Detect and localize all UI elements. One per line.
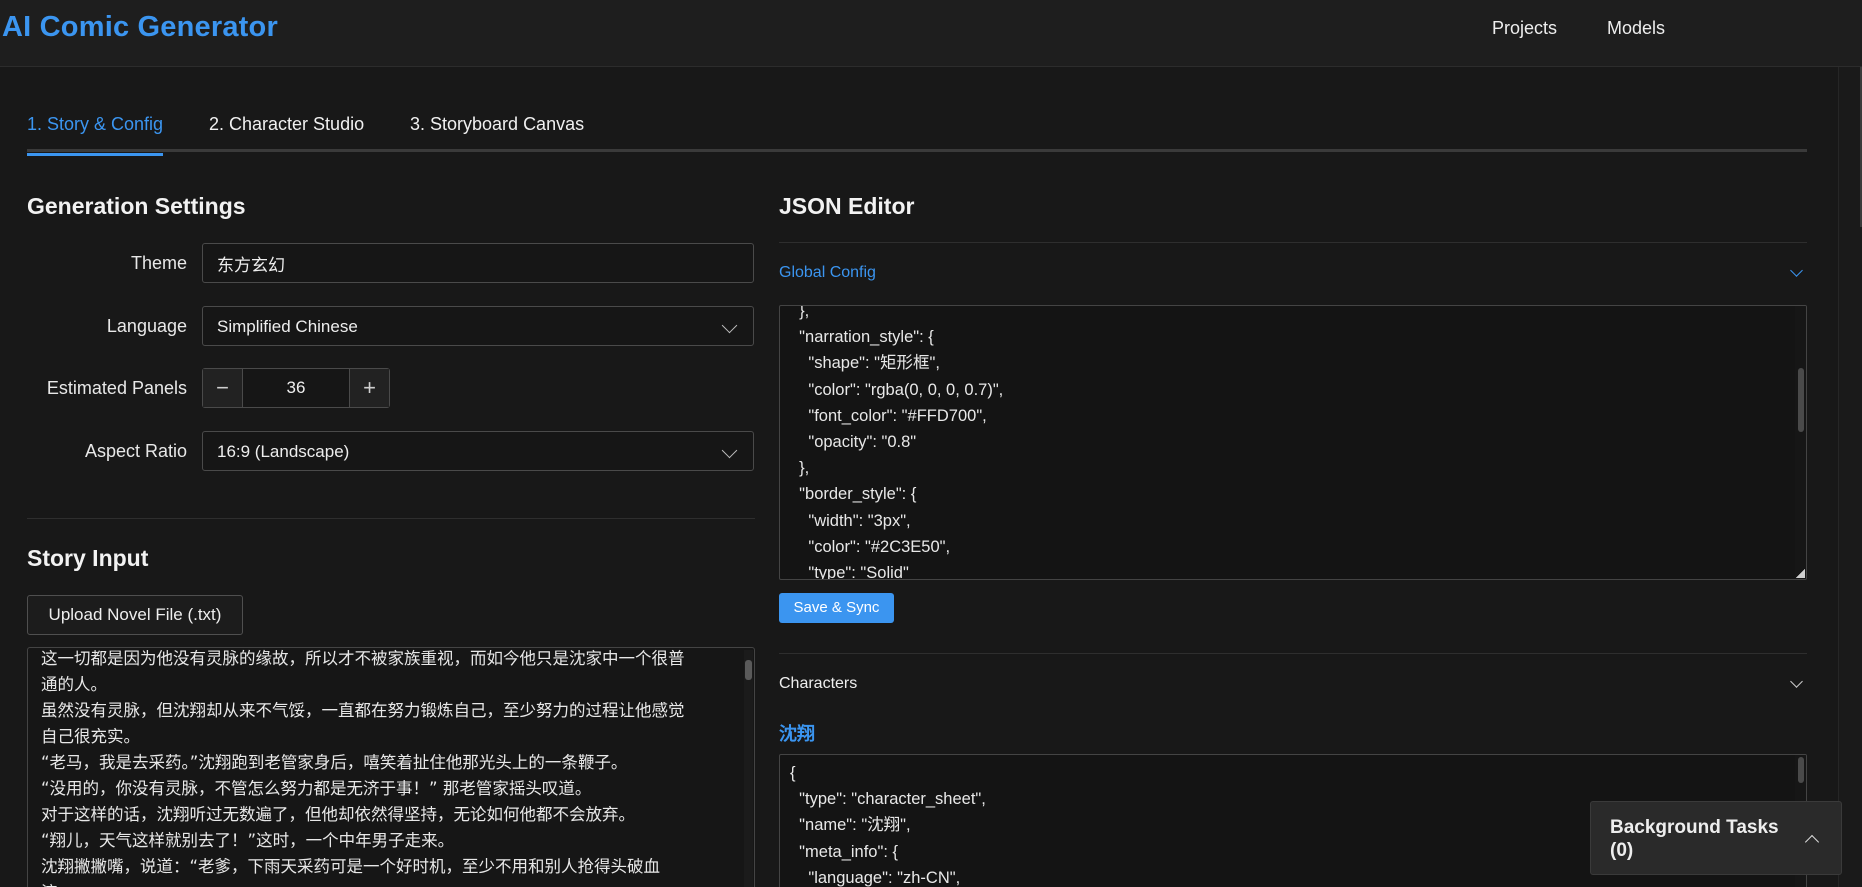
character-scrollbar-thumb[interactable] (1798, 757, 1804, 783)
character-name-heading: 沈翔 (779, 724, 815, 744)
global-config-label: Global Config (779, 264, 876, 281)
story-textarea[interactable]: 这一切都是因为他没有灵脉的缘故，所以才不被家族重视，而如今他只是沈家中一个很普 … (27, 647, 755, 887)
panels-label: Estimated Panels (46, 378, 187, 398)
chevron-up-icon[interactable] (1804, 834, 1820, 850)
panels-value[interactable]: 36 (243, 369, 349, 407)
global-config-accordion[interactable]: Global Config (779, 242, 1807, 304)
theme-input[interactable] (203, 244, 753, 282)
app-title[interactable]: AI Comic Generator (2, 11, 278, 44)
chevron-down-icon (1790, 675, 1803, 688)
global-config-editor[interactable]: }, "narration_style": { "shape": "矩形框", … (779, 305, 1807, 580)
increment-button[interactable]: + (349, 369, 389, 407)
top-nav: Projects Models (1492, 18, 1665, 39)
top-header: AI Comic Generator Projects Models (0, 0, 1862, 67)
resize-grip-icon[interactable] (1796, 569, 1805, 578)
global-config-scrollbar[interactable] (1795, 306, 1806, 579)
step-tabs: 1. Story & Config 2. Character Studio 3.… (27, 112, 1807, 156)
page-scrollbar[interactable] (1838, 67, 1862, 887)
language-label: Language (106, 316, 187, 336)
background-tasks-panel[interactable]: Background Tasks (0) (1590, 801, 1842, 875)
aspect-ratio-label: Aspect Ratio (84, 441, 187, 461)
settings-divider (27, 518, 755, 519)
characters-label: Characters (779, 675, 858, 692)
story-input-title: Story Input (27, 545, 149, 571)
theme-input-wrapper (202, 243, 754, 283)
theme-label: Theme (130, 253, 187, 273)
generation-settings-title: Generation Settings (27, 193, 246, 219)
json-editor-title: JSON Editor (779, 193, 915, 219)
global-config-scrollbar-thumb[interactable] (1798, 368, 1804, 432)
language-selected-value: Simplified Chinese (217, 317, 358, 336)
language-select[interactable]: Simplified Chinese (202, 306, 754, 346)
story-scrollbar[interactable] (744, 650, 753, 887)
background-tasks-label: Background Tasks (0) (1610, 817, 1779, 861)
aspect-ratio-select[interactable]: 16:9 (Landscape) (202, 431, 754, 471)
global-config-code: }, "narration_style": { "shape": "矩形框", … (799, 305, 1004, 580)
tab-character-studio[interactable]: 2. Character Studio (209, 114, 364, 152)
story-scrollbar-thumb[interactable] (745, 660, 752, 680)
tab-storyboard-canvas[interactable]: 3. Storyboard Canvas (410, 114, 584, 152)
chevron-down-icon (721, 317, 738, 334)
save-sync-button[interactable]: Save & Sync (779, 593, 894, 623)
aspect-ratio-selected-value: 16:9 (Landscape) (217, 442, 350, 461)
characters-accordion[interactable]: Characters (779, 653, 1807, 715)
decrement-button[interactable]: − (203, 369, 243, 407)
panels-stepper: − 36 + (202, 368, 390, 408)
upload-novel-button[interactable]: Upload Novel File (.txt) (27, 595, 243, 635)
chevron-down-icon (721, 442, 738, 459)
nav-projects-link[interactable]: Projects (1492, 18, 1557, 39)
nav-models-link[interactable]: Models (1607, 18, 1665, 39)
chevron-down-icon (1790, 264, 1803, 277)
story-text: 这一切都是因为他没有灵脉的缘故，所以才不被家族重视，而如今他只是沈家中一个很普 … (41, 649, 685, 887)
tab-story-config[interactable]: 1. Story & Config (27, 114, 164, 156)
